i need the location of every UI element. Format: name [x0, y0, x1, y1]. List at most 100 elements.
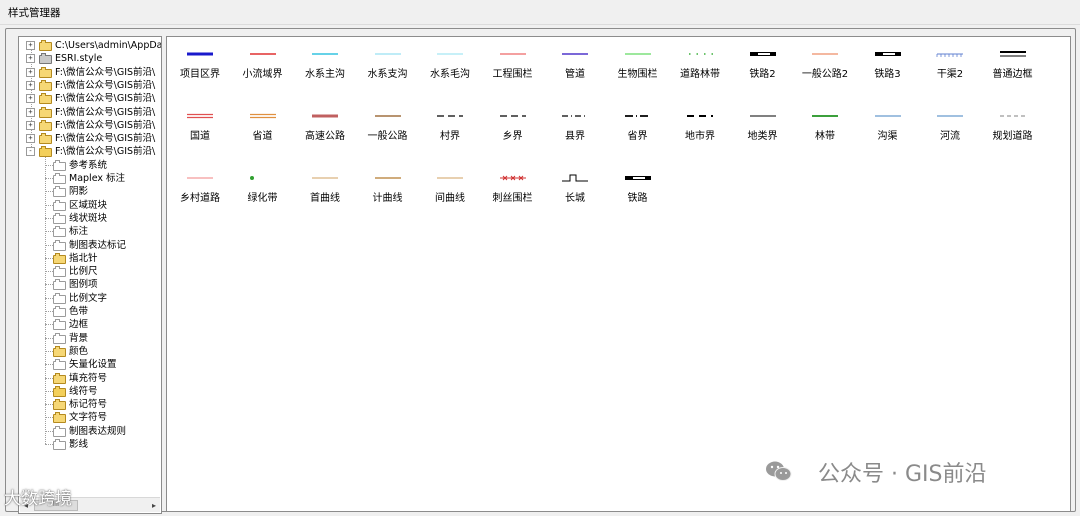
expand-icon[interactable]: +	[26, 107, 35, 117]
line-symbol-item[interactable]: 项目区界	[169, 43, 231, 87]
tree-node-child[interactable]: 矢量化设置	[19, 358, 161, 371]
line-symbol-item[interactable]: 乡界	[482, 105, 544, 149]
tree-node-child[interactable]: 文字符号	[19, 411, 161, 424]
line-symbol-item[interactable]: 首曲线	[294, 167, 356, 211]
tree-node-child[interactable]: 标注	[19, 225, 161, 238]
tree-node-child[interactable]: 指北针	[19, 252, 161, 265]
line-symbol-item[interactable]: 间曲线	[419, 167, 481, 211]
line-symbol-label: 刺丝围栏	[492, 193, 533, 204]
tree-node-child[interactable]: 色带	[19, 305, 161, 318]
tree-node-child[interactable]: 颜色	[19, 345, 161, 358]
line-symbol-label: 河流	[940, 131, 960, 142]
tree-node-child[interactable]: 制图表达标记	[19, 239, 161, 252]
tree-connector	[45, 364, 53, 366]
tree-node-root[interactable]: + F:\微信公众号\GIS前沿\	[19, 106, 161, 119]
symbol-gallery[interactable]: 项目区界 小流域界 水系主沟 水系支沟 水系毛沟 工程围栏 管道 生物围栏 道路林带 铁路2 一般公…	[166, 36, 1071, 512]
line-symbol-item[interactable]: 村界	[419, 105, 481, 149]
tree-node-child[interactable]: 背景	[19, 332, 161, 345]
tree-node-label: F:\微信公众号\GIS前沿\	[55, 93, 156, 105]
line-symbol-item[interactable]: 干渠2	[919, 43, 981, 87]
line-symbol-item[interactable]: 地类界	[732, 105, 794, 149]
tree-node-root[interactable]: + F:\微信公众号\GIS前沿\	[19, 66, 161, 79]
expand-icon[interactable]: +	[26, 67, 35, 77]
tree-node-child[interactable]: 区域斑块	[19, 199, 161, 212]
tree-connector	[45, 297, 53, 299]
line-symbol-item[interactable]: 县界	[544, 105, 606, 149]
tree-node-child[interactable]: 线符号	[19, 385, 161, 398]
tree-node-root[interactable]: + F:\微信公众号\GIS前沿\	[19, 79, 161, 92]
line-symbol-item[interactable]: 林带	[794, 105, 856, 149]
expand-icon[interactable]: +	[26, 94, 35, 104]
tree-node-root[interactable]: + F:\微信公众号\GIS前沿\	[19, 119, 161, 132]
tree-node-child[interactable]: 阴影	[19, 185, 161, 198]
expand-icon[interactable]: +	[26, 134, 35, 144]
line-symbol-swatch-icon	[169, 171, 231, 185]
scroll-right-arrow-icon[interactable]: ▸	[152, 501, 156, 510]
tree-node-root[interactable]: + F:\微信公众号\GIS前沿\	[19, 132, 161, 145]
folder-icon	[39, 93, 52, 105]
line-symbol-item[interactable]: 普通边框	[982, 43, 1044, 87]
line-symbol-item[interactable]: 地市界	[669, 105, 731, 149]
line-symbol-label: 生物围栏	[617, 69, 658, 80]
tree-node-label: Maplex 标注	[69, 173, 126, 184]
line-symbol-item[interactable]: 水系主沟	[294, 43, 356, 87]
expand-icon[interactable]: +	[26, 41, 35, 50]
line-symbol-item[interactable]: 刺丝围栏	[482, 167, 544, 211]
line-symbol-swatch-icon	[482, 171, 544, 185]
tree-node-root[interactable]: + ESRI.style	[19, 52, 161, 65]
line-symbol-swatch-icon	[794, 47, 856, 61]
style-tree-panel[interactable]: + C:\Users\admin\AppData\ + ESRI.style + F:\微…	[18, 36, 162, 514]
tree-node-child[interactable]: Maplex 标注	[19, 172, 161, 185]
expand-icon[interactable]: +	[26, 80, 35, 90]
line-symbol-item[interactable]: 规划道路	[982, 105, 1044, 149]
line-symbol-swatch-icon	[232, 171, 294, 185]
line-symbol-item[interactable]: 计曲线	[357, 167, 419, 211]
line-symbol-swatch-icon	[607, 171, 669, 185]
tree-node-child[interactable]: 影线	[19, 438, 161, 451]
line-symbol-item[interactable]: 一般公路	[357, 105, 419, 149]
line-symbol-item[interactable]: 铁路3	[857, 43, 919, 87]
tree-connector	[45, 311, 53, 312]
folder-icon	[39, 40, 52, 51]
line-symbol-item[interactable]: 一般公路2	[794, 43, 856, 87]
tree-node-child[interactable]: 比例尺	[19, 265, 161, 278]
line-symbol-item[interactable]: 乡村道路	[169, 167, 231, 211]
line-symbol-item[interactable]: 水系毛沟	[419, 43, 481, 87]
line-symbol-item[interactable]: 管道	[544, 43, 606, 87]
line-symbol-label: 县界	[565, 131, 585, 142]
tree-node-child[interactable]: 边框	[19, 318, 161, 331]
line-symbol-item[interactable]: 铁路2	[732, 43, 794, 87]
expand-icon[interactable]: +	[26, 120, 35, 130]
line-symbol-item[interactable]: 水系支沟	[357, 43, 419, 87]
line-symbol-item[interactable]: 河流	[919, 105, 981, 149]
folder-icon	[53, 199, 66, 211]
line-symbol-item[interactable]: 高速公路	[294, 105, 356, 149]
tree-node-child[interactable]: 填充符号	[19, 372, 161, 385]
tree-node-root[interactable]: + C:\Users\admin\AppData\	[19, 39, 161, 52]
folder-icon	[53, 332, 66, 344]
tree-node-child[interactable]: 标记符号	[19, 398, 161, 411]
line-symbol-label: 管道	[565, 69, 585, 80]
line-symbol-item[interactable]: 绿化带	[232, 167, 294, 211]
tree-node-child[interactable]: 图例项	[19, 278, 161, 291]
tree-node-child[interactable]: 比例文字	[19, 292, 161, 305]
line-symbol-item[interactable]: 铁路	[607, 167, 669, 211]
line-symbol-swatch-icon	[919, 109, 981, 123]
tree-node-root[interactable]: + F:\微信公众号\GIS前沿\	[19, 92, 161, 105]
line-symbol-item[interactable]: 道路林带	[669, 43, 731, 87]
line-symbol-item[interactable]: 省界	[607, 105, 669, 149]
tree-node-child[interactable]: 制图表达规则	[19, 425, 161, 438]
tree-node-child[interactable]: 参考系统	[19, 159, 161, 172]
expand-icon[interactable]: +	[26, 54, 35, 64]
line-symbol-item[interactable]: 小流域界	[232, 43, 294, 87]
line-symbol-item[interactable]: 国道	[169, 105, 231, 149]
line-symbol-item[interactable]: 工程围栏	[482, 43, 544, 87]
line-symbol-swatch-icon	[982, 109, 1044, 123]
line-symbol-item[interactable]: 生物围栏	[607, 43, 669, 87]
line-symbol-item[interactable]: 省道	[232, 105, 294, 149]
tree-node-root[interactable]: - F:\微信公众号\GIS前沿\	[19, 145, 161, 158]
tree-node-child[interactable]: 线状斑块	[19, 212, 161, 225]
line-symbol-item[interactable]: 沟渠	[857, 105, 919, 149]
line-symbol-item[interactable]: 长城	[544, 167, 606, 211]
collapse-icon[interactable]: -	[26, 147, 35, 157]
